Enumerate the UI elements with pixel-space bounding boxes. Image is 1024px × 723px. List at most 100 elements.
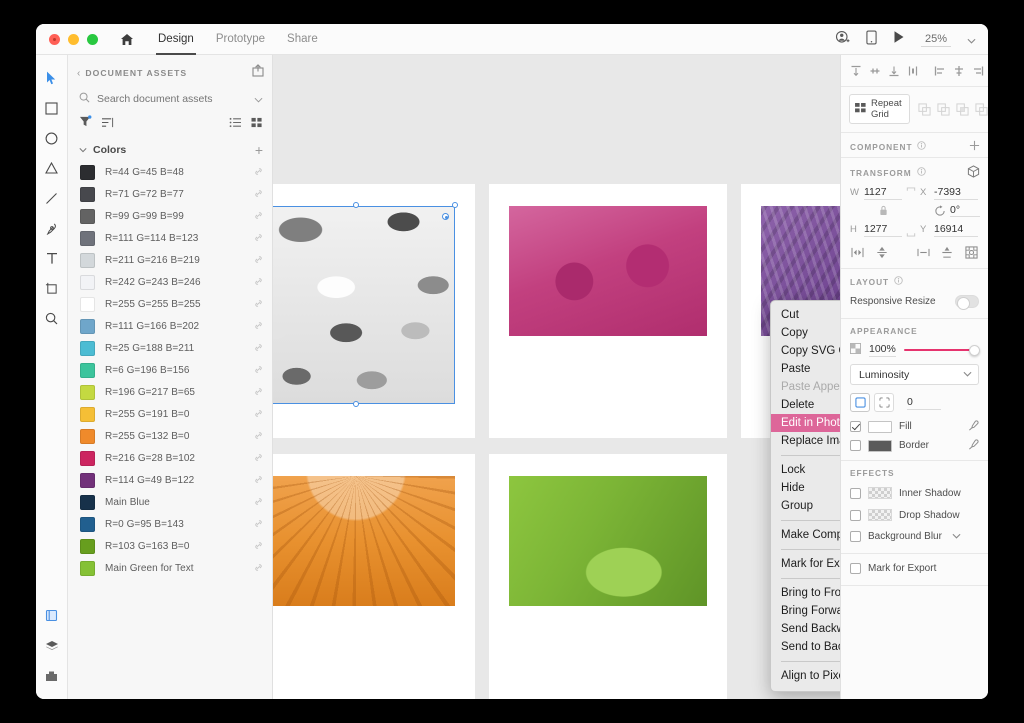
menu-item[interactable]: Delete⌫	[771, 396, 840, 414]
context-menu[interactable]: Cut⌘ XCopy⌘ CCopy SVG CodePaste⌘ VPaste …	[770, 300, 840, 692]
device-preview-icon[interactable]	[866, 30, 877, 50]
close-window-button[interactable]	[49, 34, 60, 45]
umbrellas-photo[interactable]	[273, 206, 455, 404]
opacity-value[interactable]: 100%	[869, 343, 896, 357]
y-value[interactable]: 16914	[934, 223, 978, 237]
color-asset-item[interactable]: R=111 G=166 B=202	[68, 315, 272, 337]
link-icon[interactable]	[254, 185, 263, 203]
sort-icon[interactable]	[101, 115, 114, 133]
distribute-horizontal-icon[interactable]	[904, 62, 921, 79]
tab-share[interactable]: Share	[287, 24, 318, 55]
align-left-icon[interactable]	[931, 62, 948, 79]
info-icon[interactable]	[917, 141, 926, 152]
individual-corner-radius-button[interactable]	[874, 393, 894, 412]
layers-panel-toggle[interactable]	[36, 631, 68, 661]
maximize-window-button[interactable]	[87, 34, 98, 45]
background-blur-checkbox[interactable]	[850, 531, 861, 542]
link-icon[interactable]	[254, 295, 263, 313]
color-swatch[interactable]	[80, 495, 95, 510]
color-swatch[interactable]	[80, 165, 95, 180]
boolean-intersect-icon[interactable]	[954, 101, 971, 118]
rotate-icon[interactable]	[934, 202, 946, 219]
color-swatch[interactable]	[80, 319, 95, 334]
link-icon[interactable]	[254, 163, 263, 181]
color-asset-item[interactable]: R=25 G=188 B=211	[68, 337, 272, 359]
menu-item[interactable]: Send to Back⇧ ⌘ [	[771, 638, 840, 656]
color-asset-item[interactable]: R=255 G=132 B=0	[68, 425, 272, 447]
text-tool[interactable]	[36, 243, 68, 273]
color-swatch[interactable]	[80, 539, 95, 554]
color-asset-item[interactable]: R=216 G=28 B=102	[68, 447, 272, 469]
color-asset-item[interactable]: R=103 G=163 B=0	[68, 535, 272, 557]
menu-item[interactable]: Cut⌘ X	[771, 306, 840, 324]
color-swatch[interactable]	[80, 275, 95, 290]
filter-icon[interactable]	[79, 115, 92, 133]
color-swatch[interactable]	[80, 297, 95, 312]
link-icon[interactable]	[254, 427, 263, 445]
color-asset-item[interactable]: R=114 G=49 B=122	[68, 469, 272, 491]
link-icon[interactable]	[254, 471, 263, 489]
menu-item[interactable]: Copy⌘ C	[771, 324, 840, 342]
color-asset-item[interactable]: R=111 G=114 B=123	[68, 227, 272, 249]
menu-item[interactable]: Lock⌘ L	[771, 461, 840, 479]
menu-item[interactable]: Paste⌘ V	[771, 360, 840, 378]
boolean-add-icon[interactable]	[916, 101, 933, 118]
color-asset-item[interactable]: Main Blue	[68, 491, 272, 513]
align-middle-vertical-icon[interactable]	[866, 62, 883, 79]
menu-item[interactable]: Send Backward⌘ [	[771, 620, 840, 638]
color-swatch[interactable]	[80, 187, 95, 202]
rotate-ccw-icon[interactable]	[916, 244, 931, 261]
line-tool[interactable]	[36, 183, 68, 213]
fit-to-selection-icon[interactable]	[964, 244, 979, 261]
link-icon[interactable]	[254, 229, 263, 247]
menu-item[interactable]: Group⌘ G	[771, 497, 840, 515]
menu-item[interactable]: Bring to Front⇧ ⌘ ]	[771, 584, 840, 602]
color-swatch[interactable]	[80, 451, 95, 466]
color-asset-item[interactable]: R=211 G=216 B=219	[68, 249, 272, 271]
phone-photo[interactable]	[509, 476, 707, 606]
link-icon[interactable]	[254, 515, 263, 533]
list-view-icon[interactable]	[229, 115, 242, 133]
corner-radius-handle-top-right[interactable]	[442, 213, 449, 220]
back-chevron-icon[interactable]: ‹	[77, 68, 80, 79]
green-card[interactable]	[489, 454, 727, 699]
home-icon[interactable]	[120, 33, 134, 46]
boolean-subtract-icon[interactable]	[935, 101, 952, 118]
y-field[interactable]: Y 16914	[920, 223, 978, 237]
drop-shadow-checkbox[interactable]	[850, 510, 861, 521]
flip-horizontal-icon[interactable]	[850, 244, 865, 261]
height-field[interactable]: H 1277	[850, 223, 902, 237]
coediting-icon[interactable]	[835, 30, 850, 50]
search-input[interactable]	[97, 93, 247, 105]
link-icon[interactable]	[254, 361, 263, 379]
add-component-button[interactable]	[969, 140, 980, 153]
design-canvas[interactable]: Cut⌘ XCopy⌘ CCopy SVG CodePaste⌘ VPaste …	[273, 55, 840, 699]
color-swatch[interactable]	[80, 407, 95, 422]
inner-shadow-swatch[interactable]	[868, 487, 892, 499]
assets-panel-toggle[interactable]	[36, 601, 68, 631]
border-color-swatch[interactable]	[868, 440, 892, 452]
color-swatch[interactable]	[80, 341, 95, 356]
align-center-horizontal-icon[interactable]	[950, 62, 967, 79]
blend-mode-select[interactable]: Luminosity	[850, 364, 979, 385]
boolean-exclude-icon[interactable]	[973, 101, 988, 118]
umbrellas-card[interactable]	[273, 184, 475, 438]
link-icon[interactable]	[254, 383, 263, 401]
menu-item[interactable]: Make Component⌘ K	[771, 526, 840, 544]
link-icon[interactable]	[254, 317, 263, 335]
color-swatch[interactable]	[80, 209, 95, 224]
ellipse-tool[interactable]	[36, 123, 68, 153]
headphones-card[interactable]	[489, 184, 727, 438]
x-value[interactable]: -7393	[934, 186, 978, 200]
resize-handle-top-center[interactable]	[353, 202, 359, 208]
width-value[interactable]: 1127	[864, 186, 902, 200]
rotate-cw-icon[interactable]	[940, 244, 955, 261]
color-swatch[interactable]	[80, 363, 95, 378]
pen-tool[interactable]	[36, 213, 68, 243]
rotation-value[interactable]: 0°	[950, 204, 980, 217]
color-asset-item[interactable]: Main Green for Text	[68, 557, 272, 579]
headphones-photo[interactable]	[509, 206, 707, 336]
polygon-tool[interactable]	[36, 153, 68, 183]
inner-shadow-checkbox[interactable]	[850, 488, 861, 499]
color-asset-item[interactable]: R=255 G=191 B=0	[68, 403, 272, 425]
